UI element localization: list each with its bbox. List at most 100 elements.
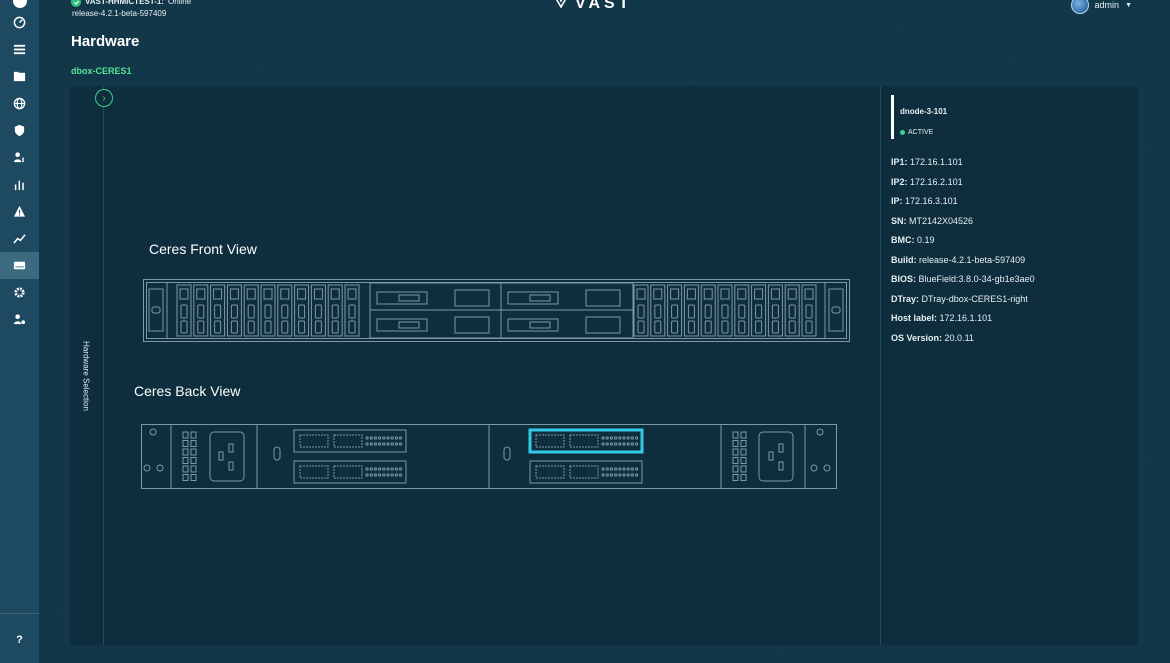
drive-bay-frame[interactable] [210,284,226,337]
drive-latch [281,320,289,334]
front-port-module [376,316,490,334]
globe-icon[interactable] [0,90,39,117]
nic-frame[interactable] [293,429,407,453]
vent-slot [732,431,739,439]
drive-latch [755,304,763,319]
vent-slot [732,440,739,447]
drive-bay[interactable] [683,284,699,337]
drive-bay[interactable] [294,284,310,337]
shield-icon[interactable] [0,117,39,144]
gear-icon[interactable] [0,279,39,306]
drive-bay[interactable] [717,284,733,337]
dashboard-icon[interactable] [0,9,39,36]
expand-selection-button[interactable]: › [95,89,113,107]
drive-bay-frame[interactable] [633,284,649,337]
drive-bay[interactable] [260,284,276,337]
drive-bay-frame[interactable] [683,284,699,337]
drive-bay-frame[interactable] [734,284,750,337]
property-row: OS Version: 20.0.11 [891,332,1035,352]
drive-latch [788,304,796,319]
property-row: Host label: 172.16.1.101 [891,312,1035,332]
drive-bay-frame[interactable] [277,284,293,337]
nic-frame[interactable] [528,428,644,454]
property-row: SN: MT2142X04526 [891,215,1035,235]
nic-port[interactable] [293,460,407,484]
drive-led [636,288,646,300]
drive-bay[interactable] [700,284,716,337]
drive-bay[interactable] [327,284,343,337]
drive-bay-frame[interactable] [700,284,716,337]
drive-bay[interactable] [767,284,783,337]
property-key: IP: [891,196,903,206]
drive-bay-frame[interactable] [310,284,326,337]
drive-bay-frame[interactable] [226,284,242,337]
drive-bay[interactable] [633,284,649,337]
drive-latch [180,304,188,319]
back-chassis [141,424,837,489]
vent-dot [626,442,630,446]
drive-bay[interactable] [243,284,259,337]
bar-chart-icon[interactable] [0,171,39,198]
user-menu[interactable]: admin ▼ [1070,0,1132,14]
vent-slot [190,431,197,439]
nic-frame[interactable] [293,460,407,484]
drive-bay[interactable] [310,284,326,337]
vent-slot [740,431,747,439]
vent-dot [390,436,394,440]
drive-bay[interactable] [751,284,767,337]
drive-bay[interactable] [344,284,360,337]
drive-bay[interactable] [226,284,242,337]
vent-dot [373,436,377,440]
vent-dot [382,467,386,471]
drive-led [737,288,747,300]
users-icon[interactable] [0,144,39,171]
drive-bay-frame[interactable] [717,284,733,337]
vent-dot [382,473,386,477]
alert-icon[interactable] [0,198,39,225]
drive-bay[interactable] [667,284,683,337]
drive-bay-frame[interactable] [193,284,209,337]
port-frame [454,316,490,334]
drive-latch [230,304,238,319]
drive-bay-frame[interactable] [767,284,783,337]
avatar[interactable] [1070,0,1089,14]
chevron-down-icon[interactable]: ▼ [1125,2,1132,9]
drive-bay[interactable] [193,284,209,337]
nic-port[interactable] [529,460,643,484]
list-icon[interactable] [0,36,39,63]
drive-bay[interactable] [650,284,666,337]
drive-bay-frame[interactable] [784,284,800,337]
trend-icon[interactable] [0,225,39,252]
drive-bay-frame[interactable] [801,284,817,337]
breadcrumb[interactable]: dbox-CERES1 [71,66,132,76]
drive-bay-frame[interactable] [327,284,343,337]
hardware-selection-drawer[interactable]: Hardware Selection [70,86,104,645]
user-settings-icon[interactable] [0,306,39,333]
nic-port[interactable] [293,429,407,453]
drive-latch [738,304,746,319]
drive-bay-frame[interactable] [751,284,767,337]
nic-frame[interactable] [529,460,643,484]
user-name[interactable]: admin [1095,0,1120,10]
drive-bay[interactable] [277,284,293,337]
drive-bay-frame[interactable] [260,284,276,337]
drive-bay-frame[interactable] [294,284,310,337]
hardware-icon[interactable] [0,252,39,279]
help-icon[interactable]: ? [0,613,39,653]
drive-bay-frame[interactable] [243,284,259,337]
drive-led [280,288,290,300]
drive-bay[interactable] [784,284,800,337]
drive-bay-frame[interactable] [650,284,666,337]
vent-dot [386,442,390,446]
drive-bay-frame[interactable] [176,284,192,337]
vent-dot [365,467,369,471]
drive-bay[interactable] [210,284,226,337]
drive-bay[interactable] [801,284,817,337]
drive-bay[interactable] [734,284,750,337]
drive-bay-frame[interactable] [667,284,683,337]
drive-bay-frame[interactable] [344,284,360,337]
sidebar-top-icon[interactable] [13,0,27,8]
nic-selected[interactable] [528,428,644,454]
drive-bay[interactable] [176,284,192,337]
folder-icon[interactable] [0,63,39,90]
